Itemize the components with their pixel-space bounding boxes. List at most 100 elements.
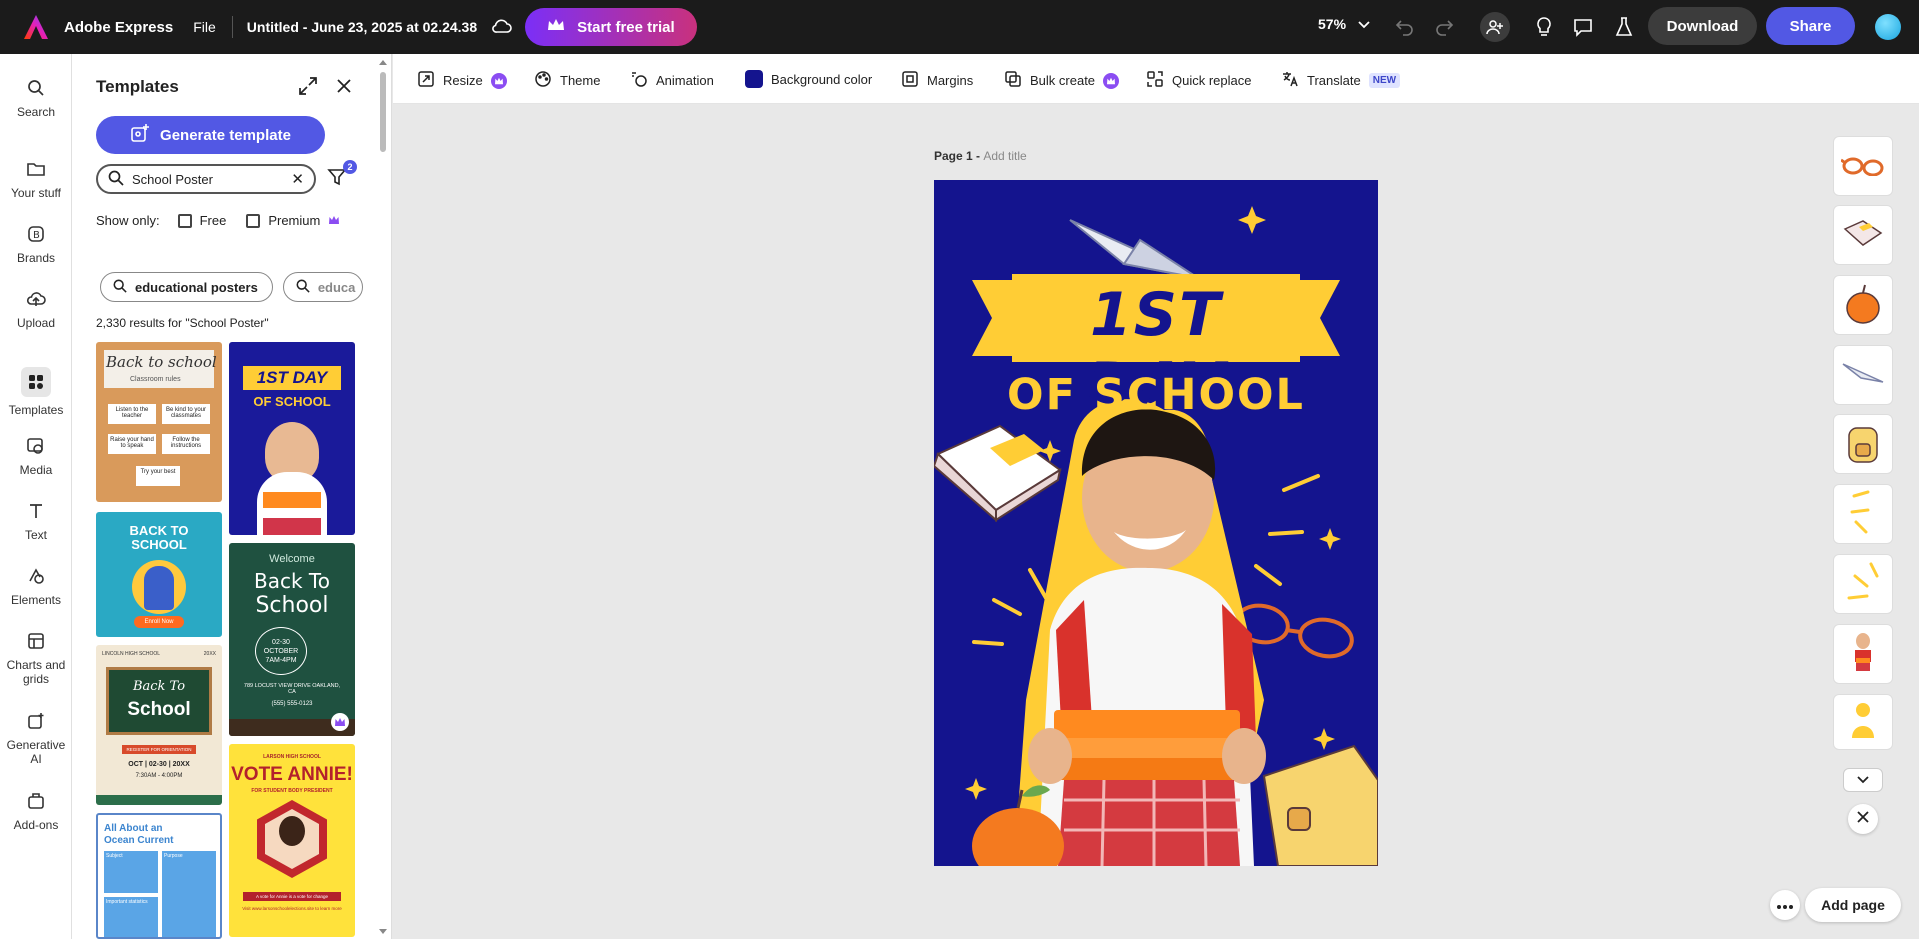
resize-icon (417, 70, 435, 91)
zoom-dropdown[interactable]: 57% (1318, 16, 1370, 32)
add-title-input[interactable]: Add title (983, 149, 1026, 163)
tool-theme[interactable]: Theme (534, 70, 600, 91)
thumb-line1: 1ST DAY (229, 368, 355, 388)
tool-margins[interactable]: Margins (901, 70, 973, 91)
start-free-trial-button[interactable]: Start free trial (525, 8, 697, 46)
document-title[interactable]: Untitled - June 23, 2025 at 02.24.38 (247, 19, 477, 35)
expand-icon[interactable] (298, 76, 318, 96)
premium-label: Premium (268, 213, 320, 228)
user-avatar[interactable] (1875, 14, 1901, 40)
rail-brands[interactable]: B Brands (0, 223, 72, 265)
tool-animation[interactable]: Animation (630, 70, 714, 91)
strokes-icon (1845, 560, 1881, 609)
panel-scrollbar[interactable] (378, 56, 388, 939)
rail-elements[interactable]: Elements (0, 565, 72, 607)
scroll-up-arrow-icon[interactable] (378, 58, 388, 66)
free-checkbox[interactable]: Free (178, 213, 227, 228)
template-thumb-enroll[interactable]: BACK TO SCHOOL Enroll Now (96, 512, 222, 637)
invite-user-icon[interactable] (1480, 12, 1510, 42)
thumb-label-subject: Subject (106, 853, 123, 859)
strip-expand-button[interactable] (1843, 768, 1883, 792)
tool-label: Translate (1307, 73, 1361, 88)
premium-checkbox[interactable]: Premium (246, 213, 340, 228)
page-label: Page 1 - Add title (934, 149, 1027, 163)
tool-translate[interactable]: Translate NEW (1281, 70, 1400, 91)
tool-quick-replace[interactable]: Quick replace (1146, 70, 1251, 91)
template-thumb-vote-annie[interactable]: LARSON HIGH SCHOOL VOTE ANNIE! FOR STUDE… (229, 744, 355, 937)
book-graphic[interactable] (934, 426, 1060, 520)
bulk-create-icon (1004, 70, 1022, 91)
search-icon (296, 279, 310, 296)
paper-plane-graphic[interactable] (1070, 220, 1198, 278)
rail-your-stuff[interactable]: Your stuff (0, 158, 72, 200)
generate-template-button[interactable]: Generate template (96, 116, 325, 154)
chip-educational-posters[interactable]: educational posters (100, 272, 273, 302)
share-button[interactable]: Share (1766, 7, 1855, 45)
file-menu[interactable]: File (193, 19, 216, 35)
rail-label: Templates (9, 403, 64, 417)
layer-yellow-strokes-2[interactable] (1833, 554, 1893, 614)
show-only-filters: Show only: Free Premium (96, 213, 350, 228)
redo-icon[interactable] (1431, 14, 1457, 40)
comment-icon[interactable] (1570, 14, 1596, 40)
thumb-school: LINCOLN HIGH SCHOOL (102, 651, 160, 657)
clear-search-icon[interactable]: ✕ (291, 170, 304, 188)
layer-boy-silhouette[interactable] (1833, 694, 1893, 750)
layer-backpack[interactable] (1833, 414, 1893, 474)
template-search-input[interactable]: School Poster ✕ (96, 164, 316, 194)
template-thumb-first-day[interactable]: 1ST DAY OF SCHOOL (229, 342, 355, 535)
filter-button[interactable]: 2 (327, 166, 353, 192)
thumb-school: LARSON HIGH SCHOOL (229, 754, 355, 760)
template-thumb-chalkboard[interactable]: Welcome Back To School 02-30 OCTOBER 7AM… (229, 543, 355, 736)
backpack-graphic[interactable] (1264, 746, 1378, 866)
strip-close-button[interactable] (1848, 804, 1878, 834)
undo-icon[interactable] (1392, 14, 1418, 40)
download-button[interactable]: Download (1648, 7, 1757, 45)
cloud-sync-icon[interactable] (491, 16, 513, 38)
results-count: 2,330 results for "School Poster" (96, 316, 269, 330)
note-2: Be kind to your classmates (162, 404, 210, 424)
adobe-express-logo-icon[interactable] (22, 13, 50, 41)
layer-paper-plane[interactable] (1833, 345, 1893, 405)
layer-yellow-strokes-1[interactable] (1833, 484, 1893, 544)
thumb-dates: OCT | 02-30 | 20XX (96, 761, 222, 768)
rail-generative-ai[interactable]: Generative AI (0, 710, 72, 766)
rail-upload[interactable]: Upload (0, 288, 72, 330)
rail-templates[interactable]: Templates (0, 367, 72, 417)
close-icon[interactable] (334, 76, 354, 96)
tool-background-color[interactable]: Background color (745, 70, 872, 88)
add-page-button[interactable]: Add page (1805, 888, 1901, 922)
poster-headline-2[interactable]: OF SCHOOL (934, 370, 1378, 420)
tool-resize[interactable]: Resize (417, 70, 507, 91)
layer-apple[interactable] (1833, 275, 1893, 335)
search-icon (25, 77, 47, 99)
thumb-banner: A vote for Annie is a vote for change (243, 892, 341, 901)
lightbulb-icon[interactable] (1531, 14, 1557, 40)
scrollbar-thumb[interactable] (380, 72, 386, 152)
thumb-label-purpose: Purpose (164, 853, 183, 859)
tool-label: Animation (656, 73, 714, 88)
layer-glasses[interactable] (1833, 136, 1893, 196)
thumb-time: 7:30AM - 4:00PM (96, 773, 222, 779)
template-thumb-orientation[interactable]: LINCOLN HIGH SCHOOL 20XX Back To School … (96, 645, 222, 805)
checkbox-box (246, 214, 260, 228)
template-thumb-ocean-current[interactable]: All About an Ocean Current Subject Purpo… (96, 813, 222, 939)
rail-label: Brands (17, 251, 55, 265)
tool-bulk-create[interactable]: Bulk create (1004, 70, 1119, 91)
layer-book[interactable] (1833, 205, 1893, 265)
rail-text[interactable]: Text (0, 500, 72, 542)
free-label: Free (200, 213, 227, 228)
new-badge: NEW (1369, 73, 1400, 88)
template-thumb-classroom-rules[interactable]: Back to school Classroom rules Listen to… (96, 342, 222, 502)
rail-media[interactable]: Media (0, 435, 72, 477)
beaker-icon[interactable] (1611, 14, 1637, 40)
rail-charts-and-grids[interactable]: Charts and grids (0, 630, 72, 686)
rail-add-ons[interactable]: Add-ons (0, 790, 72, 832)
scroll-down-arrow-icon[interactable] (378, 928, 388, 936)
layer-boy-photo[interactable] (1833, 624, 1893, 684)
chip-educational[interactable]: educa (283, 272, 363, 302)
poster-canvas[interactable]: 1ST DAY OF SCHOOL (934, 180, 1378, 866)
quick-replace-icon (1146, 70, 1164, 91)
more-options-button[interactable] (1770, 890, 1800, 920)
rail-search[interactable]: Search (0, 77, 72, 119)
